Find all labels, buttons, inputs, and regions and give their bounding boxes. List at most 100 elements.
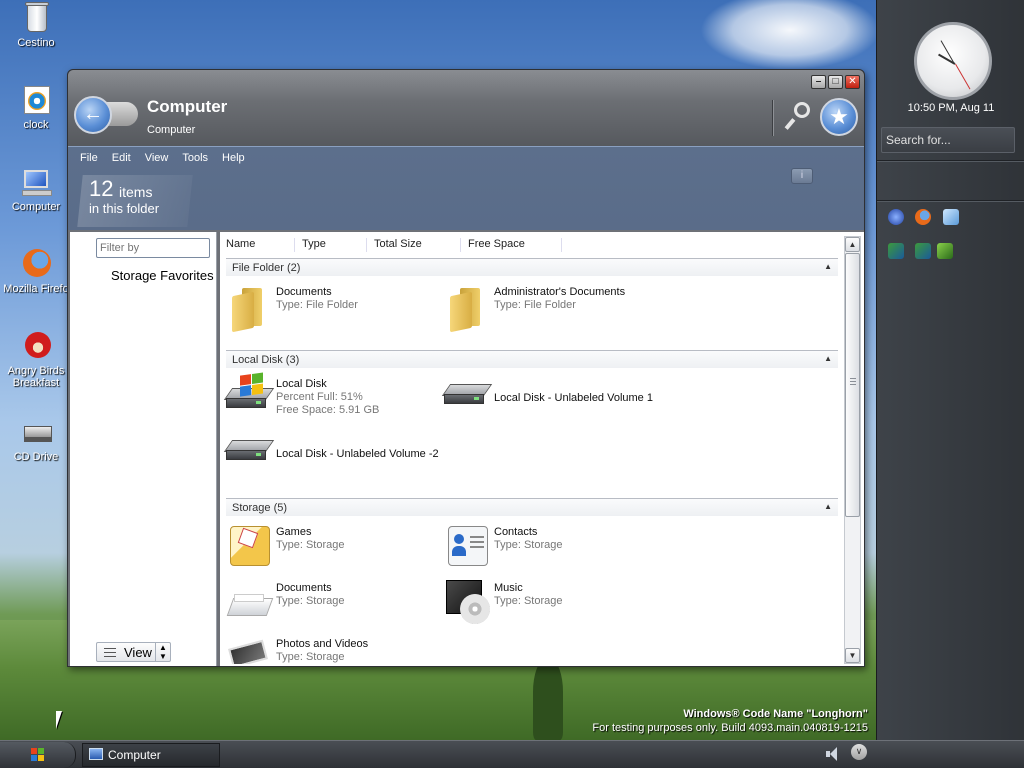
maximize-button[interactable]: □: [828, 75, 843, 89]
desktop-icon-recycle-bin[interactable]: Cestino: [0, 2, 74, 49]
media-player-icon: [20, 84, 52, 116]
desktop-icon-label: Cestino: [17, 37, 55, 49]
volume-icon[interactable]: [826, 747, 838, 761]
column-free-space[interactable]: Free Space: [462, 238, 562, 252]
view-spinner-icon[interactable]: ▲ ▼: [155, 643, 170, 661]
list-item[interactable]: Games Type: Storage: [226, 524, 436, 574]
clock-gadget[interactable]: [914, 22, 992, 100]
list-item[interactable]: Administrator's Documents Type: File Fol…: [444, 284, 654, 334]
storage-favorites-link[interactable]: Storage Favorites: [111, 268, 214, 283]
show-more-chevron-icon[interactable]: ∨: [851, 744, 867, 760]
hard-drive-icon: [223, 432, 275, 478]
item-name: Local Disk: [276, 378, 327, 390]
list-item[interactable]: Music Type: Storage: [444, 580, 654, 630]
sky-cloud: [700, 0, 880, 70]
item-detail: Type: Storage: [494, 595, 563, 607]
desktop-icon-firefox[interactable]: Mozilla Firefo: [0, 248, 74, 295]
minimize-button[interactable]: –: [811, 75, 826, 89]
view-button[interactable]: View ▲ ▼: [96, 642, 171, 662]
messenger-icon[interactable]: [888, 209, 904, 225]
scroll-down-button[interactable]: ▼: [845, 648, 860, 663]
list-item[interactable]: Contacts Type: Storage: [444, 524, 654, 574]
mouse-cursor-icon: [56, 711, 68, 729]
start-button[interactable]: [0, 742, 76, 768]
back-button[interactable]: ←: [74, 96, 112, 134]
item-detail: Percent Full: 51%: [276, 391, 363, 403]
group-header-storage[interactable]: Storage (5) ▲: [226, 498, 838, 516]
item-name: Administrator's Documents: [494, 286, 626, 298]
desktop-icon-label: Computer: [11, 201, 61, 213]
taskbar-button-label: Computer: [108, 748, 161, 762]
close-icon: ✕: [848, 76, 857, 87]
explorer-window: – □ ✕ ← Computer Computer ★ File Edit Vi…: [67, 69, 865, 667]
firefox-icon: [20, 248, 52, 280]
group-header-file-folder[interactable]: File Folder (2) ▲: [226, 258, 838, 276]
menu-tools[interactable]: Tools: [175, 152, 215, 164]
search-button[interactable]: [782, 100, 816, 134]
build-watermark-info: For testing purposes only. Build 4093.ma…: [592, 722, 868, 734]
group-header-label: Storage (5): [232, 502, 288, 514]
system-drive-icon: [223, 372, 275, 422]
vertical-scrollbar[interactable]: ▲ ▼: [844, 236, 861, 664]
item-name: Local Disk - Unlabeled Volume -2: [276, 448, 439, 460]
angry-birds-icon: [20, 330, 52, 362]
maximize-icon: □: [832, 76, 839, 87]
list-item[interactable]: Local Disk Percent Full: 51% Free Space:…: [223, 372, 436, 426]
windows-logo-icon: [31, 748, 45, 762]
filter-input[interactable]: [96, 238, 210, 258]
list-item[interactable]: Photos and Videos Type: Storage: [226, 636, 436, 664]
window-title: Computer: [147, 97, 228, 116]
star-icon: ★: [829, 104, 849, 129]
network-icon[interactable]: [888, 243, 904, 259]
taskbar: Computer: [0, 740, 1024, 768]
column-total-size[interactable]: Total Size: [368, 238, 461, 252]
taskbar-button-computer[interactable]: Computer: [82, 743, 220, 767]
menu-help[interactable]: Help: [215, 152, 252, 164]
item-detail: Free Space: 5.91 GB: [276, 404, 380, 416]
app-icon[interactable]: [943, 209, 959, 225]
folder-icon: [444, 284, 490, 333]
info-button[interactable]: i: [791, 168, 813, 184]
scroll-up-button[interactable]: ▲: [845, 237, 860, 252]
desktop-icon-cd-drive[interactable]: CD Drive: [0, 416, 74, 463]
item-name: Contacts: [494, 526, 538, 538]
list-item[interactable]: Local Disk - Unlabeled Volume -2: [223, 432, 439, 482]
collapse-icon: ▲: [824, 354, 832, 363]
scroll-thumb[interactable]: [845, 253, 860, 517]
column-type[interactable]: Type: [296, 238, 367, 252]
group-header-local-disk[interactable]: Local Disk (3) ▲: [226, 350, 838, 368]
cd-drive-icon: [20, 416, 52, 448]
address-breadcrumb[interactable]: Computer: [147, 124, 195, 136]
collapse-icon: ▲: [824, 502, 832, 511]
navigation-pane: Storage Favorites View ▲▼: [70, 232, 217, 666]
list-item[interactable]: Documents Type: Storage: [226, 580, 436, 630]
close-button[interactable]: ✕: [845, 75, 860, 89]
menu-edit[interactable]: Edit: [105, 152, 138, 164]
desktop-icon-label: Mozilla Firefo: [3, 283, 69, 295]
sidebar-divider: [877, 200, 1024, 202]
menu-file[interactable]: File: [80, 152, 105, 164]
item-count-unit: items: [119, 184, 153, 200]
back-arrow-icon: ←: [83, 103, 103, 125]
firefox-icon[interactable]: [915, 209, 931, 225]
column-name[interactable]: Name: [220, 238, 295, 252]
desktop-icon-computer[interactable]: Computer: [0, 166, 74, 213]
list-item[interactable]: Documents Type: File Folder: [226, 284, 436, 334]
network-icon[interactable]: [915, 243, 931, 259]
gadget-sidebar: 10:50 PM, Aug 11 Search for...: [876, 0, 1024, 740]
menu-view[interactable]: View: [138, 152, 176, 164]
group-header-label: Local Disk (3): [232, 354, 300, 366]
photos-icon: [226, 636, 272, 664]
list-item[interactable]: Local Disk - Unlabeled Volume 1: [441, 376, 654, 426]
desktop-icon-angry-birds[interactable]: Angry Birds Breakfast: [0, 330, 74, 389]
sidebar-search-input[interactable]: Search for...: [881, 127, 1015, 153]
sync-icon[interactable]: [937, 243, 953, 259]
item-name: Games: [276, 526, 312, 538]
games-folder-icon: [226, 524, 272, 570]
item-detail: Type: File Folder: [276, 299, 358, 311]
item-detail: Type: File Folder: [494, 299, 576, 311]
command-area: File Edit View Tools Help: [68, 146, 864, 230]
desktop-icon-clock[interactable]: clock: [0, 84, 74, 131]
magnifier-icon: [794, 102, 810, 118]
favorites-button[interactable]: ★: [820, 98, 858, 136]
